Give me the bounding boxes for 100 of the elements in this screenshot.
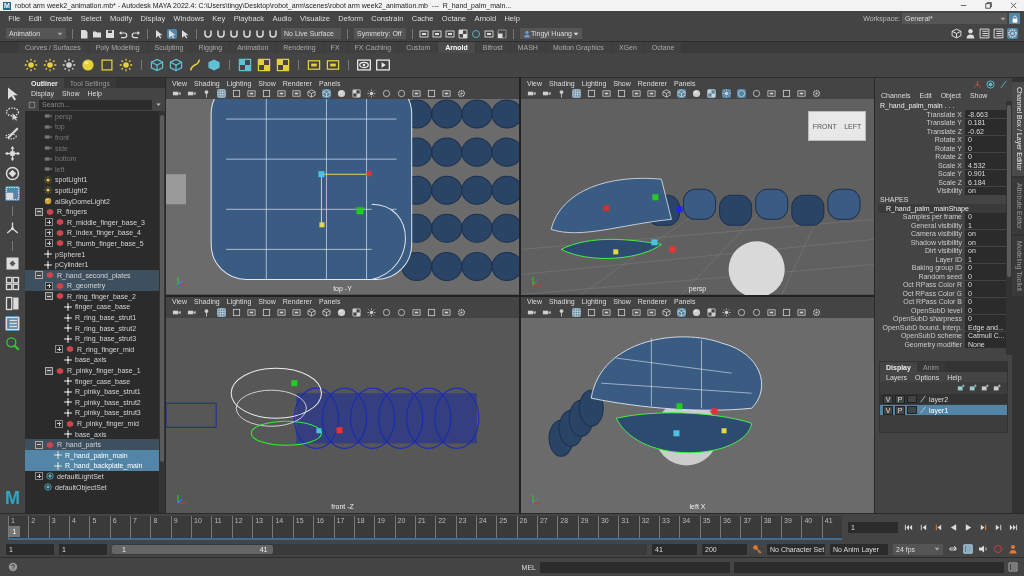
help-icon[interactable] (8, 562, 18, 572)
cube-solid-icon[interactable] (207, 58, 221, 72)
pin-icon[interactable] (202, 307, 211, 317)
expand-toggle[interactable] (45, 281, 53, 290)
square-icon[interactable] (232, 89, 241, 98)
magnet-icon[interactable] (229, 28, 239, 39)
cube-icon[interactable] (307, 307, 316, 317)
lasso-icon[interactable] (5, 106, 20, 121)
arrow-icon[interactable] (5, 86, 20, 101)
frame-icon[interactable] (326, 58, 340, 72)
frame-icon[interactable] (797, 307, 806, 317)
square-icon[interactable] (782, 307, 791, 317)
checker-icon[interactable] (257, 58, 271, 72)
command-input[interactable] (540, 561, 730, 573)
sphere-icon[interactable] (692, 307, 701, 317)
sun-icon[interactable] (24, 58, 38, 72)
frame-icon[interactable] (647, 307, 656, 317)
scrollbar[interactable] (1006, 101, 1012, 355)
frame-icon[interactable] (445, 28, 455, 39)
checker-icon[interactable] (276, 58, 290, 72)
cube-icon[interactable] (169, 58, 183, 72)
magnet-icon[interactable] (242, 28, 252, 39)
frame-icon[interactable] (247, 307, 256, 317)
frame-icon[interactable] (767, 89, 776, 98)
pane-four-icon[interactable] (5, 276, 20, 291)
person-icon[interactable] (965, 28, 976, 39)
scale-icon[interactable] (5, 186, 20, 201)
expand-toggle[interactable] (45, 218, 53, 227)
sun-icon[interactable] (62, 58, 76, 72)
square-icon[interactable] (427, 307, 436, 317)
search-icon[interactable] (5, 336, 20, 351)
slash-icon[interactable] (999, 79, 1008, 89)
square-icon[interactable] (262, 307, 271, 317)
square-icon[interactable] (232, 307, 241, 317)
checker-icon[interactable] (458, 28, 468, 39)
frame-icon[interactable] (412, 89, 421, 98)
pane-list-icon[interactable] (963, 544, 973, 554)
expand-toggle[interactable] (45, 292, 53, 301)
checker-icon[interactable] (352, 89, 361, 98)
camera-icon[interactable] (187, 89, 196, 98)
sphere-icon[interactable] (337, 307, 346, 317)
grid-icon[interactable] (572, 307, 581, 317)
cube-icon[interactable] (662, 89, 671, 98)
save-icon[interactable] (105, 28, 115, 39)
checker-icon[interactable] (707, 307, 716, 317)
arrow-icon[interactable] (167, 28, 177, 39)
cube-icon[interactable] (322, 89, 331, 98)
expand-toggle[interactable] (45, 239, 53, 248)
expand-toggle[interactable] (55, 345, 63, 354)
sphere-icon[interactable] (81, 58, 95, 72)
expand-toggle[interactable] (35, 440, 43, 449)
loop-icon[interactable] (948, 544, 958, 554)
frame-icon[interactable] (277, 307, 286, 317)
pane-list-icon[interactable] (979, 28, 990, 39)
play-back-icon[interactable] (949, 523, 958, 532)
key-icon[interactable] (752, 544, 762, 554)
camera-icon[interactable] (172, 89, 181, 98)
layer-add-icon[interactable] (993, 384, 1001, 392)
gear-icon[interactable] (812, 89, 821, 98)
skip-start-icon[interactable] (904, 523, 913, 532)
frame-icon[interactable] (412, 307, 421, 317)
lock-button[interactable] (1009, 13, 1020, 24)
frame-icon[interactable] (632, 307, 641, 317)
scrollbar[interactable] (159, 111, 165, 513)
frame-icon[interactable] (602, 307, 611, 317)
frame-icon[interactable] (419, 28, 429, 39)
cube-icon[interactable] (677, 89, 686, 98)
frame-icon[interactable] (292, 307, 301, 317)
magnet-icon[interactable] (203, 28, 213, 39)
magnet-icon[interactable] (255, 28, 265, 39)
square-icon[interactable] (617, 307, 626, 317)
grid-icon[interactable] (572, 89, 581, 98)
frame-icon[interactable] (484, 28, 494, 39)
move-icon[interactable] (5, 146, 20, 161)
pin-icon[interactable] (202, 89, 211, 98)
sun-icon[interactable] (367, 307, 376, 317)
frame-icon[interactable] (292, 89, 301, 98)
key-forward-icon[interactable] (979, 523, 988, 532)
frame-icon[interactable] (307, 58, 321, 72)
grid-icon[interactable] (217, 89, 226, 98)
sun-icon[interactable] (43, 58, 57, 72)
curve-icon[interactable] (188, 58, 202, 72)
pin-icon[interactable] (557, 307, 566, 317)
circle-icon[interactable] (471, 28, 481, 39)
skip-end-icon[interactable] (1009, 523, 1018, 532)
expand-toggle[interactable] (35, 271, 43, 280)
rotate-icon[interactable] (986, 79, 995, 89)
play-forward-icon[interactable] (964, 523, 973, 532)
frame-icon[interactable] (602, 89, 611, 98)
square-icon[interactable] (587, 89, 596, 98)
sun-icon[interactable] (119, 58, 133, 72)
person-icon[interactable] (1008, 544, 1018, 554)
magnet-icon[interactable] (216, 28, 226, 39)
file-icon[interactable] (79, 28, 89, 39)
cube-icon[interactable] (677, 307, 686, 317)
expand-toggle[interactable] (35, 207, 43, 216)
grid-icon[interactable] (217, 307, 226, 317)
key-back-icon[interactable] (934, 523, 943, 532)
scale-icon[interactable] (497, 28, 507, 39)
square-icon[interactable] (262, 89, 271, 98)
